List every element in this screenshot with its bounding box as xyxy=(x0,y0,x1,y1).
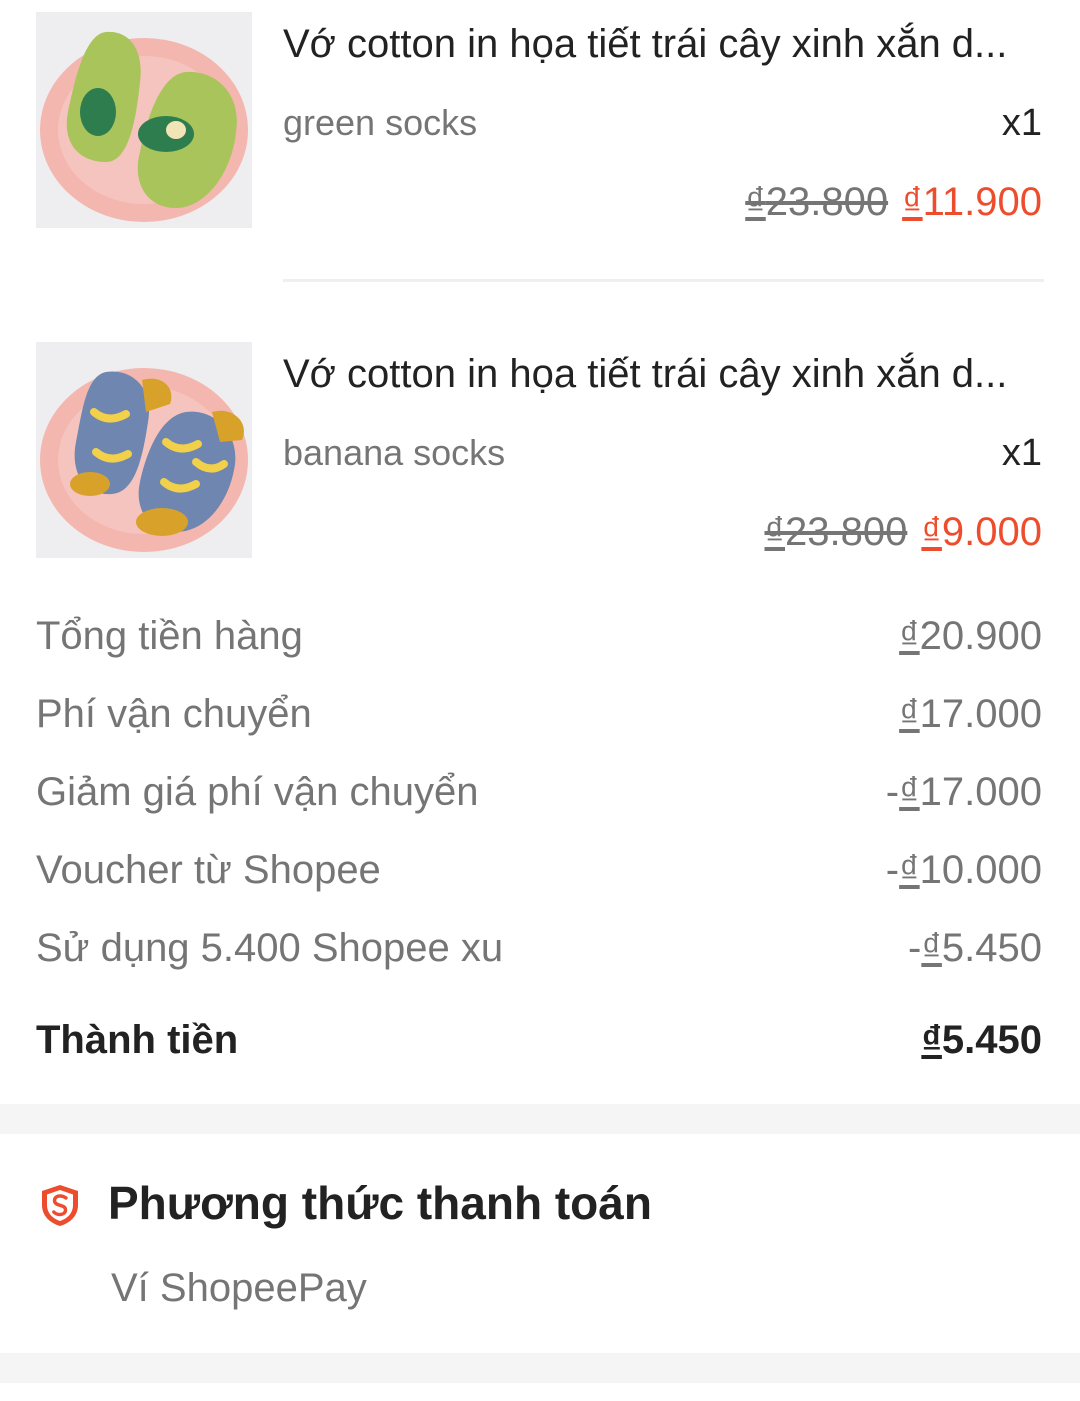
section-separator xyxy=(0,1353,1080,1383)
summary-row-shipping-fee: Phí vận chuyển ₫17.000 xyxy=(36,692,1042,737)
original-price: ₫23.800 xyxy=(764,510,908,554)
order-item[interactable]: Vớ cotton in họa tiết trái cây xinh xắn … xyxy=(0,330,1080,570)
item-divider xyxy=(283,279,1044,282)
sale-price: ₫9.000 xyxy=(921,510,1042,554)
item-quantity: x1 xyxy=(1001,432,1042,474)
item-prices: ₫23.800 ₫9.000 xyxy=(764,510,1042,555)
sale-price: ₫11.900 xyxy=(902,180,1042,224)
summary-label: Phí vận chuyển xyxy=(36,692,312,736)
summary-value: ₫17.000 xyxy=(899,692,1042,736)
section-separator xyxy=(0,1104,1080,1134)
summary-label: Giảm giá phí vận chuyển xyxy=(36,770,479,814)
summary-row-shipping-discount: Giảm giá phí vận chuyển -₫17.000 xyxy=(36,770,1042,815)
summary-value: -₫17.000 xyxy=(885,770,1042,814)
banana-socks-image xyxy=(36,342,252,558)
summary-row-coins: Sử dụng 5.400 Shopee xu -₫5.450 xyxy=(36,926,1042,971)
summary-value: -₫5.450 xyxy=(908,926,1042,970)
item-variant: green socks xyxy=(283,102,478,143)
order-total-row: Thành tiền ₫5.450 xyxy=(36,1018,1042,1063)
order-item[interactable]: Vớ cotton in họa tiết trái cây xinh xắn … xyxy=(0,0,1080,290)
item-title: Vớ cotton in họa tiết trái cây xinh xắn … xyxy=(283,22,1008,66)
summary-label: Sử dụng 5.400 Shopee xu xyxy=(36,926,504,970)
shopee-shield-icon xyxy=(42,1185,78,1226)
payment-method-title: Phương thức thanh toán xyxy=(108,1177,652,1229)
order-total-label: Thành tiền xyxy=(36,1018,239,1062)
summary-row-merchandise-subtotal: Tổng tiền hàng ₫20.900 xyxy=(36,614,1042,659)
item-prices: ₫23.800 ₫11.900 xyxy=(745,180,1042,225)
payment-method-value: Ví ShopeePay xyxy=(111,1266,367,1310)
summary-row-voucher: Voucher từ Shopee -₫10.000 xyxy=(36,848,1042,893)
original-price: ₫23.800 xyxy=(745,180,889,224)
item-quantity: x1 xyxy=(1001,102,1042,144)
summary-label: Tổng tiền hàng xyxy=(36,614,303,658)
summary-label: Voucher từ Shopee xyxy=(36,848,381,892)
item-title: Vớ cotton in họa tiết trái cây xinh xắn … xyxy=(283,352,1008,396)
summary-value: -₫10.000 xyxy=(885,848,1042,892)
avocado-socks-image xyxy=(36,12,252,228)
summary-value: ₫20.900 xyxy=(899,614,1042,658)
order-total-value: ₫5.450 xyxy=(921,1018,1042,1062)
item-variant: banana socks xyxy=(283,432,506,473)
